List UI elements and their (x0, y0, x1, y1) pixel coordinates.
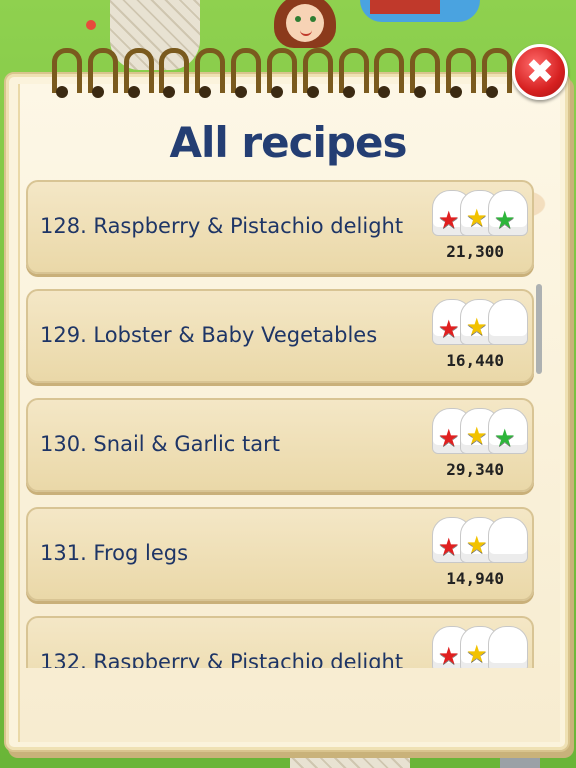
close-button[interactable]: ✖ (512, 44, 568, 100)
spiral-ring (406, 46, 441, 104)
recipe-row[interactable]: 131. Frog legs ★ ★ 14,940 (26, 507, 534, 601)
recipe-name: 131. Frog legs (40, 541, 189, 565)
star-icon: ★ (494, 206, 516, 234)
page-title: All recipes (169, 118, 408, 167)
star-icon: ★ (466, 422, 488, 450)
spiral-ring (227, 46, 262, 104)
star-icon: ★ (466, 204, 488, 232)
star-icon: ★ (438, 642, 460, 668)
spiral-ring (120, 46, 154, 104)
recipe-name: 130. Snail & Garlic tart (40, 432, 280, 456)
spiral-ring (84, 46, 118, 104)
chef-face (286, 4, 324, 42)
recipe-name: 128. Raspberry & Pistachio delight (40, 214, 404, 238)
background-roof (370, 0, 440, 14)
close-icon: ✖ (525, 52, 555, 92)
star-icon: ★ (438, 533, 460, 561)
spiral-ring (263, 46, 297, 104)
recipe-score: 16,440 (446, 351, 504, 370)
chef-hat-icon (488, 299, 528, 345)
spiral-ring (335, 46, 369, 104)
recipe-score: 21,300 (446, 242, 504, 261)
star-icon: ★ (466, 531, 488, 559)
star-icon: ★ (438, 424, 460, 452)
recipe-row[interactable]: 132. Raspberry & Pistachio delight ★ ★ (26, 616, 534, 668)
spiral-ring (155, 46, 190, 104)
star-icon: ★ (466, 640, 488, 668)
notebook-spiral-binding (48, 46, 512, 108)
spiral-ring (48, 46, 82, 104)
background-flower (86, 20, 96, 30)
spiral-ring (478, 46, 512, 104)
recipe-row[interactable]: 130. Snail & Garlic tart ★ ★ ★ 29,340 (26, 398, 534, 492)
recipe-name: 129. Lobster & Baby Vegetables (40, 323, 378, 347)
spiral-ring (299, 46, 333, 104)
spiral-ring (191, 46, 226, 104)
star-icon: ★ (466, 313, 488, 341)
recipe-row[interactable]: 129. Lobster & Baby Vegetables ★ ★ 16,440 (26, 289, 534, 383)
chef-hat-rating: ★ ★ ★ (432, 190, 528, 238)
recipe-score: 14,940 (446, 569, 504, 588)
chef-hat-rating: ★ ★ (432, 626, 528, 668)
recipe-score: 29,340 (446, 460, 504, 479)
chef-hat-rating: ★ ★ ★ (432, 408, 528, 456)
recipe-row[interactable]: 128. Raspberry & Pistachio delight ★ ★ ★ 21,… (26, 180, 534, 274)
chef-hat-icon (488, 517, 528, 563)
chef-hat-rating: ★ ★ (432, 517, 528, 565)
star-icon: ★ (438, 315, 460, 343)
recipe-name: 132. Raspberry & Pistachio delight (40, 650, 404, 668)
chef-eye (295, 16, 301, 22)
chef-eye (310, 16, 316, 22)
chef-hat-icon (488, 626, 528, 668)
scrollbar[interactable] (536, 284, 542, 374)
spiral-ring (370, 46, 405, 104)
recipe-list[interactable]: 128. Raspberry & Pistachio delight ★ ★ ★ 21,… (26, 180, 536, 668)
spiral-ring (442, 46, 477, 104)
chef-hat-rating: ★ ★ (432, 299, 528, 347)
star-icon: ★ (494, 424, 516, 452)
star-icon: ★ (438, 206, 460, 234)
